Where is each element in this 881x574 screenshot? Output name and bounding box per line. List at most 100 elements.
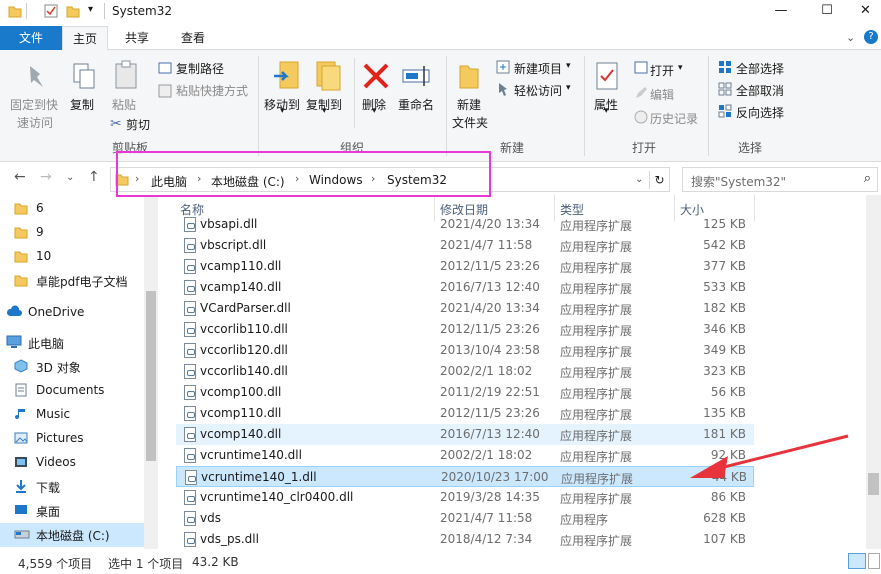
refresh-icon[interactable]: ↻	[649, 171, 669, 189]
table-row[interactable]: vccorlib140.dll 2002/2/1 18:02 应用程序扩展 323 K…	[176, 361, 754, 382]
file-size: 56 KB	[710, 385, 746, 399]
dll-file-icon	[184, 490, 196, 505]
file-date: 2021/4/20 13:34	[440, 217, 540, 231]
new-item-icon	[496, 60, 510, 77]
table-row[interactable]: vcomp140.dll 2016/7/13 12:40 应用程序扩展 181 KB	[176, 424, 754, 445]
file-size: 107 KB	[703, 532, 746, 546]
file-type: 应用程序扩展	[560, 387, 633, 401]
folder-icon	[14, 225, 28, 242]
table-row[interactable]: vds_ps.dll 2018/4/12 7:34 应用程序扩展 107 KB	[176, 529, 754, 549]
file-type: 应用程序扩展	[560, 324, 633, 338]
help-icon[interactable]: ?	[864, 30, 878, 44]
table-row[interactable]: VCardParser.dll 2021/4/20 13:34 应用程序扩展 182 …	[176, 298, 754, 319]
file-name: vbsapi.dll	[200, 217, 258, 231]
search-input[interactable]: 搜索"System32" ⌕	[682, 167, 878, 192]
collapse-ribbon-icon[interactable]: ⌄	[846, 31, 855, 44]
properties-quick-icon[interactable]	[44, 4, 58, 18]
file-size: 628 KB	[703, 511, 746, 525]
table-row[interactable]: vcamp140.dll 2016/7/13 12:40 应用程序扩展 533 KB	[176, 277, 754, 298]
nav-scrollbar-thumb[interactable]	[146, 291, 156, 461]
file-date: 2012/11/5 23:26	[440, 322, 540, 336]
table-row[interactable]: vcomp110.dll 2012/11/5 23:26 应用程序扩展 135 KB	[176, 403, 754, 424]
sidebar-item[interactable]: 3D 对象	[0, 355, 144, 379]
table-row[interactable]: vcamp110.dll 2012/11/5 23:26 应用程序扩展 377 KB	[176, 256, 754, 277]
file-date: 2016/7/13 12:40	[440, 427, 540, 441]
table-row[interactable]: vcruntime140.dll 2002/2/1 18:02 应用程序扩展 92 K…	[176, 445, 754, 466]
sidebar-item[interactable]: 此电脑	[0, 331, 144, 355]
sidebar-item[interactable]: Pictures	[0, 427, 144, 451]
sidebar-item[interactable]: 本地磁盘 (C:)	[0, 523, 144, 547]
scissors-icon: ✂	[110, 116, 122, 132]
dll-file-icon	[185, 470, 197, 485]
dll-file-icon	[184, 238, 196, 253]
close-button[interactable]: ✕	[850, 0, 881, 24]
sidebar-item-label: 本地磁盘 (C:)	[36, 529, 110, 543]
table-row[interactable]: vbscript.dll 2021/4/7 11:58 应用程序扩展 542 KB	[176, 235, 754, 256]
sidebar-item[interactable]: Documents	[0, 379, 144, 403]
sidebar-item[interactable]: Music	[0, 403, 144, 427]
file-size: 542 KB	[703, 238, 746, 252]
sidebar-item-label: 6	[36, 201, 44, 215]
address-dropdown-icon[interactable]: ⌄	[635, 174, 643, 185]
sidebar-item[interactable]: 6	[0, 197, 144, 221]
back-arrow-icon[interactable]: ←	[14, 169, 26, 185]
sidebar-item[interactable]: OneDrive	[0, 301, 144, 325]
table-row[interactable]: vbsapi.dll 2021/4/20 13:34 应用程序扩展 125 KB	[176, 214, 754, 235]
group-label-new: 新建	[500, 141, 525, 155]
table-row[interactable]: vccorlib120.dll 2013/10/4 23:58 应用程序扩展 349 …	[176, 340, 754, 361]
sidebar-item-label: Videos	[36, 455, 76, 469]
table-row[interactable]: vcomp100.dll 2011/2/19 22:51 应用程序扩展 56 KB	[176, 382, 754, 403]
new-folder-quick-icon[interactable]	[66, 4, 80, 18]
file-name: vcruntime140_clr0400.dll	[200, 490, 354, 504]
recent-locations-icon[interactable]: ⌄	[66, 172, 74, 183]
sidebar-item[interactable]: 下载	[0, 475, 144, 499]
sidebar-item[interactable]: 卓能pdf电子文档	[0, 269, 144, 293]
sidebar-item[interactable]: 9	[0, 221, 144, 245]
file-name: vccorlib140.dll	[200, 364, 288, 378]
sidebar-item-label: Pictures	[36, 431, 84, 445]
file-date: 2021/4/7 11:58	[440, 238, 533, 252]
sidebar-item[interactable]: Videos	[0, 451, 144, 475]
customize-toolbar-icon[interactable]: ▾	[88, 4, 102, 18]
minimize-button[interactable]: —	[758, 0, 804, 24]
select-all-icon	[718, 60, 732, 77]
file-type: 应用程序扩展	[560, 366, 633, 380]
file-list-scrollbar-thumb[interactable]	[868, 473, 879, 495]
group-label-open: 打开	[632, 141, 657, 155]
sidebar-item[interactable]: 10	[0, 245, 144, 269]
3d-objects-icon	[14, 359, 28, 376]
file-date: 2011/2/19 22:51	[440, 385, 540, 399]
file-type: 应用程序扩展	[560, 303, 633, 317]
dll-file-icon	[184, 343, 196, 358]
details-view-icon[interactable]	[848, 553, 866, 569]
up-arrow-icon[interactable]: ↑	[88, 169, 100, 185]
table-row[interactable]: vcruntime140_clr0400.dll 2019/3/28 14:35 应…	[176, 487, 754, 508]
sidebar-item-label: 9	[36, 225, 44, 239]
tab-home[interactable]: 主页	[62, 26, 108, 51]
tab-view[interactable]: 查看	[170, 26, 216, 50]
file-list-scrollbar[interactable]	[866, 195, 881, 549]
tab-share[interactable]: 共享	[114, 26, 160, 50]
file-date: 2018/4/12 7:34	[440, 532, 533, 546]
forward-arrow-icon[interactable]: →	[40, 169, 52, 185]
folder-icon	[8, 4, 22, 18]
file-size: 182 KB	[703, 301, 746, 315]
ribbon: 固定到快 速访问 复制 粘贴 复制路径 粘贴快捷方式 ✂ 剪切 剪贴板 移动到 …	[0, 50, 881, 162]
table-row[interactable]: vccorlib110.dll 2012/11/5 23:26 应用程序扩展 346 …	[176, 319, 754, 340]
tab-file[interactable]: 文件	[0, 26, 62, 50]
sidebar-item-label: 此电脑	[28, 337, 65, 351]
file-size: 125 KB	[703, 217, 746, 231]
table-row[interactable]: vds 2021/4/7 11:58 应用程序 628 KB	[176, 508, 754, 529]
file-date: 2012/11/5 23:26	[440, 259, 540, 273]
music-icon	[14, 407, 28, 424]
item-count: 4,559 个项目	[18, 557, 93, 571]
title-bar: ▾ System32 — ☐ ✕	[0, 0, 881, 24]
maximize-button[interactable]: ☐	[804, 0, 850, 24]
table-row[interactable]: vcruntime140_1.dll 2020/10/23 17:00 应用程序扩展…	[176, 466, 754, 487]
sidebar-item[interactable]: 桌面	[0, 499, 144, 523]
large-icons-view-icon[interactable]	[868, 553, 880, 569]
search-icon: ⌕	[863, 171, 871, 186]
folder-icon	[14, 273, 28, 290]
file-name: vbscript.dll	[200, 238, 267, 252]
dll-file-icon	[184, 532, 196, 547]
